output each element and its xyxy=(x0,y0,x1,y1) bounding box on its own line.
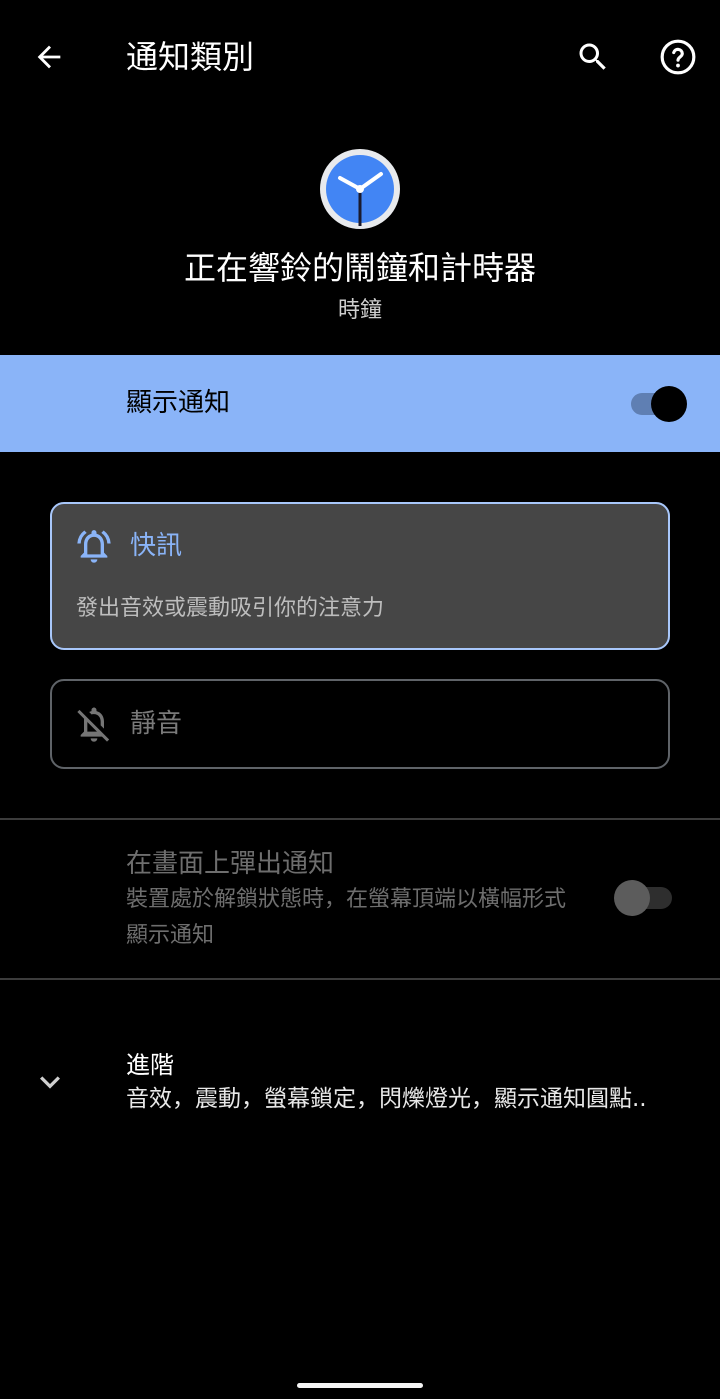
bell-off-icon xyxy=(77,707,110,742)
search-button[interactable] xyxy=(565,29,621,85)
show-notifications-switch[interactable] xyxy=(627,386,689,422)
advanced-summary: 音效，震動，螢幕鎖定，閃爍燈光，顯示通知圓點.. xyxy=(126,1086,647,1112)
importance-silent-card[interactable]: 靜音 xyxy=(50,679,670,769)
arrow-back-icon xyxy=(37,45,61,69)
gesture-nav-handle[interactable] xyxy=(297,1383,423,1388)
chevron-down-icon xyxy=(40,1076,60,1089)
pop-on-screen-summary: 裝置處於解鎖狀態時，在螢幕頂端以橫幅形式顯示通知 xyxy=(126,887,567,948)
pop-on-screen-switch[interactable] xyxy=(612,880,674,916)
show-notifications-row[interactable]: 顯示通知 xyxy=(0,355,720,452)
help-button[interactable] xyxy=(650,29,706,85)
show-notifications-label: 顯示通知 xyxy=(126,388,231,418)
advanced-title: 進階 xyxy=(126,1051,174,1079)
divider xyxy=(0,978,720,980)
bell-icon xyxy=(77,530,111,563)
importance-silent-title: 靜音 xyxy=(130,709,183,739)
search-icon xyxy=(579,43,606,70)
back-button[interactable] xyxy=(21,29,77,85)
channel-title: 正在響鈴的鬧鐘和計時器 xyxy=(183,249,536,287)
app-name: 時鐘 xyxy=(337,298,382,323)
importance-alerting-title: 快訊 xyxy=(130,531,183,561)
importance-alerting-card[interactable]: 快訊 發出音效或震動吸引你的注意力 xyxy=(50,502,670,650)
switch-thumb xyxy=(651,386,687,422)
page-title: 通知類別 xyxy=(126,38,255,76)
clock-icon xyxy=(320,149,400,229)
divider xyxy=(0,818,720,820)
switch-thumb xyxy=(614,880,650,916)
help-circle-icon xyxy=(660,39,696,75)
importance-alerting-description: 發出音效或震動吸引你的注意力 xyxy=(76,596,385,621)
pop-on-screen-title: 在畫面上彈出通知 xyxy=(126,849,335,879)
